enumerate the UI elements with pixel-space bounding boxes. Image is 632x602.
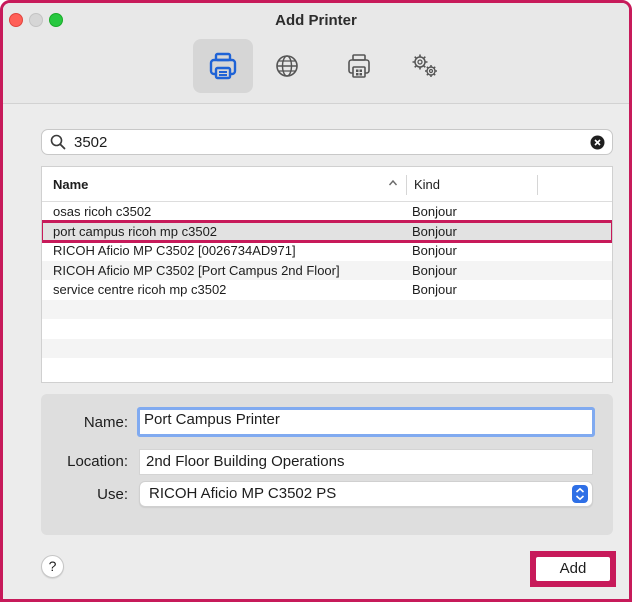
list-rows: osas ricoh c3502 Bonjour port campus ric… [42,202,612,378]
name-label: Name: [83,414,128,431]
advanced-gears-icon [412,54,437,77]
list-row-port-campus-ricoh[interactable]: port campus ricoh mp c3502 Bonjour [42,219,612,243]
use-driver-select[interactable]: RICOH Aficio MP C3502 PS [139,481,593,507]
list-row-ricoh-port-campus-2nd-floor[interactable]: RICOH Aficio MP C3502 [Port Campus 2nd F… [42,260,612,280]
use-driver-value: RICOH Aficio MP C3502 PS [149,485,337,502]
advanced-tab[interactable] [395,39,455,93]
printer-name: service centre ricoh mp c3502 [53,282,227,297]
printer-details-panel: Name: Port Campus Printer Location: 2nd … [41,394,613,535]
printer-name: osas ricoh c3502 [53,204,152,219]
empty-row [42,299,612,319]
printer-name-field[interactable]: Port Campus Printer [137,407,595,437]
list-header: Name Kind [42,167,612,202]
window-title: Add Printer [275,12,357,29]
default-printers-tab[interactable] [193,39,253,93]
kind-column-header[interactable]: Kind [414,177,440,192]
use-label: Use: [97,486,128,503]
printer-kind: Bonjour [412,243,457,258]
printer-name: port campus ricoh mp c3502 [53,223,218,239]
list-row-service-centre-ricoh[interactable]: service centre ricoh mp c3502 Bonjour [42,280,612,300]
select-chevron-icon [572,485,588,503]
help-button[interactable]: ? [41,555,64,578]
windows-printers-tab[interactable] [329,39,389,93]
sort-ascending-icon[interactable] [388,179,398,187]
printer-list: Name Kind osas ricoh c3502 Bonjour port … [41,166,613,383]
empty-row [42,319,612,339]
location-label: Location: [67,453,128,470]
default-printer-icon [209,52,237,80]
ip-globe-icon [276,55,298,77]
title-bar: Add Printer [3,3,629,104]
add-button[interactable]: Add [536,557,610,581]
location-field[interactable]: 2nd Floor Building Operations [139,449,593,475]
printer-kind: Bonjour [412,204,457,219]
printer-name: RICOH Aficio MP C3502 [0026734AD971] [53,243,296,258]
printer-name: RICOH Aficio MP C3502 [Port Campus 2nd F… [53,262,340,278]
search-icon [50,134,66,150]
add-printer-window: Add Printer 3502 Name Kind osas ricoh c3… [0,0,632,602]
column-divider[interactable] [537,175,538,195]
printer-kind: Bonjour [412,223,457,239]
printer-kind: Bonjour [412,262,457,278]
empty-row [42,338,612,358]
clear-icon[interactable] [590,135,605,150]
list-row-osas-ricoh[interactable]: osas ricoh c3502 Bonjour [42,202,612,222]
empty-row [42,358,612,378]
windows-printer-icon [348,54,370,78]
search-field[interactable]: 3502 [41,129,613,155]
search-input[interactable]: 3502 [74,134,107,151]
ip-printers-tab[interactable] [257,39,317,93]
add-button-highlight[interactable]: Add [530,551,616,587]
printer-kind: Bonjour [412,282,457,297]
name-column-header[interactable]: Name [53,177,88,192]
list-row-ricoh-0026734ad971[interactable]: RICOH Aficio MP C3502 [0026734AD971] Bon… [42,241,612,261]
column-divider[interactable] [406,175,407,195]
